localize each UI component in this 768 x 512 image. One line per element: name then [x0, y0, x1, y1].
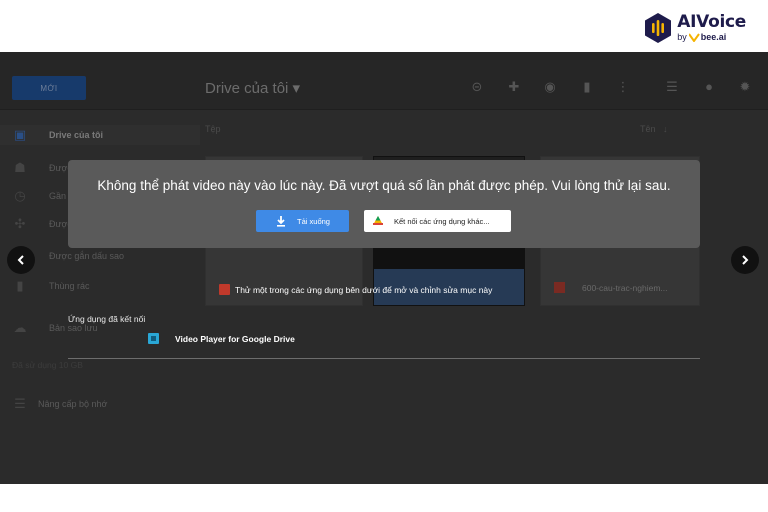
trash-icon: ▮	[16, 278, 24, 293]
drive-background: MỚI Drive của tôi ▾ ⊝ ✚ ◉ ▮ ⋮ ☰ ● ✹ ▣ Dr…	[0, 52, 768, 484]
sort-header[interactable]: Tên ↓	[640, 124, 668, 134]
clock-icon: ◷	[14, 188, 26, 203]
sidebar-item-my-drive[interactable]: ▣ Drive của tôi	[0, 125, 200, 145]
playback-error-dialog: Không thể phát video này vào lúc này. Đã…	[68, 160, 700, 248]
people-icon: ☗	[14, 160, 26, 175]
storage-icon: ☰	[14, 396, 26, 411]
sidebar-item-label: Drive của tôi	[49, 130, 104, 140]
sidebar-item-label: Thùng rác	[49, 281, 90, 291]
next-button[interactable]	[731, 246, 759, 274]
connected-app-item[interactable]: Video Player for Google Drive	[148, 333, 295, 344]
screenshot-frame: AIVoice by bee.ai MỚI Drive của tôi ▾ ⊝ …	[0, 0, 768, 512]
new-button[interactable]: MỚI	[12, 76, 86, 100]
cloud-icon: ☁	[13, 320, 27, 335]
sidebar-item-label: Được gắn dấu sao	[49, 251, 124, 261]
open-with-hint: Thử một trong các ứng dụng bên dưới để m…	[219, 284, 492, 295]
aivoice-logo-icon	[645, 13, 672, 43]
settings-icon[interactable]: ✹	[738, 80, 752, 94]
storage-text: Đã sử dụng 10 GB	[12, 360, 83, 370]
download-button[interactable]: Tải xuống	[256, 210, 349, 232]
chevron-left-icon	[17, 255, 24, 265]
app-name: Video Player for Google Drive	[175, 333, 295, 344]
file-name: 600-cau-trac-nghiem...	[582, 283, 668, 293]
link-icon[interactable]: ⊝	[470, 80, 484, 94]
drive-title-label: Drive của tôi	[205, 80, 289, 97]
drive-toolbar: MỚI Drive của tôi ▾ ⊝ ✚ ◉ ▮ ⋮ ☰ ● ✹	[0, 52, 768, 110]
download-icon	[277, 216, 286, 227]
drive-title[interactable]: Drive của tôi ▾	[205, 79, 300, 97]
drive-apps-icon	[373, 216, 383, 225]
connect-apps-button[interactable]: Kết nối các ứng dụng khác...	[364, 210, 511, 232]
sidebar-item-label: Gần	[49, 191, 67, 201]
brand-text: AIVoice by bee.ai	[677, 14, 746, 42]
more-vert-icon[interactable]: ⋮	[616, 80, 630, 94]
content-header: Tệp	[205, 124, 221, 134]
chevron-right-icon	[742, 255, 749, 265]
open-with-label: Thử một trong các ứng dụng bên dưới để m…	[235, 284, 493, 295]
video-player-app-icon	[148, 333, 159, 344]
sidebar-item-trash[interactable]: ▮ Thùng rác	[0, 276, 200, 296]
divider	[68, 358, 700, 359]
bottom-strip	[0, 484, 768, 512]
preview-eye-icon[interactable]: ◉	[543, 80, 557, 94]
sort-header-label: Tên	[640, 124, 656, 134]
previous-button[interactable]	[7, 246, 35, 274]
top-strip: AIVoice by bee.ai	[0, 0, 768, 52]
star-icon: ✣	[14, 216, 26, 231]
sidebar-item-label: Bản sao lưu	[49, 323, 98, 333]
brand-subline: by bee.ai	[677, 33, 746, 42]
connected-apps-label: Ứng dụng đã kết nối	[68, 314, 146, 324]
drive-icon: ▣	[13, 127, 27, 142]
pdf-icon	[219, 284, 230, 295]
pdf-icon	[554, 282, 565, 293]
list-view-icon[interactable]: ☰	[665, 80, 679, 94]
info-icon[interactable]: ●	[702, 80, 716, 94]
brand-sub: bee.ai	[700, 32, 727, 42]
download-label: Tải xuống	[297, 216, 330, 226]
brand-name: AIVoice	[677, 12, 746, 32]
sidebar-item-label: Nâng cấp bộ nhớ	[38, 399, 108, 409]
brand-by: by	[677, 32, 687, 42]
connect-label: Kết nối các ứng dụng khác...	[394, 216, 490, 226]
aivoice-watermark: AIVoice by bee.ai	[643, 12, 746, 44]
error-message: Không thể phát video này vào lúc này. Đã…	[97, 178, 671, 193]
bee-icon	[688, 33, 700, 42]
add-person-icon[interactable]: ✚	[507, 80, 521, 94]
delete-icon[interactable]: ▮	[580, 80, 594, 94]
sidebar-item-upgrade-storage[interactable]: ☰ Nâng cấp bộ nhớ	[0, 394, 200, 414]
